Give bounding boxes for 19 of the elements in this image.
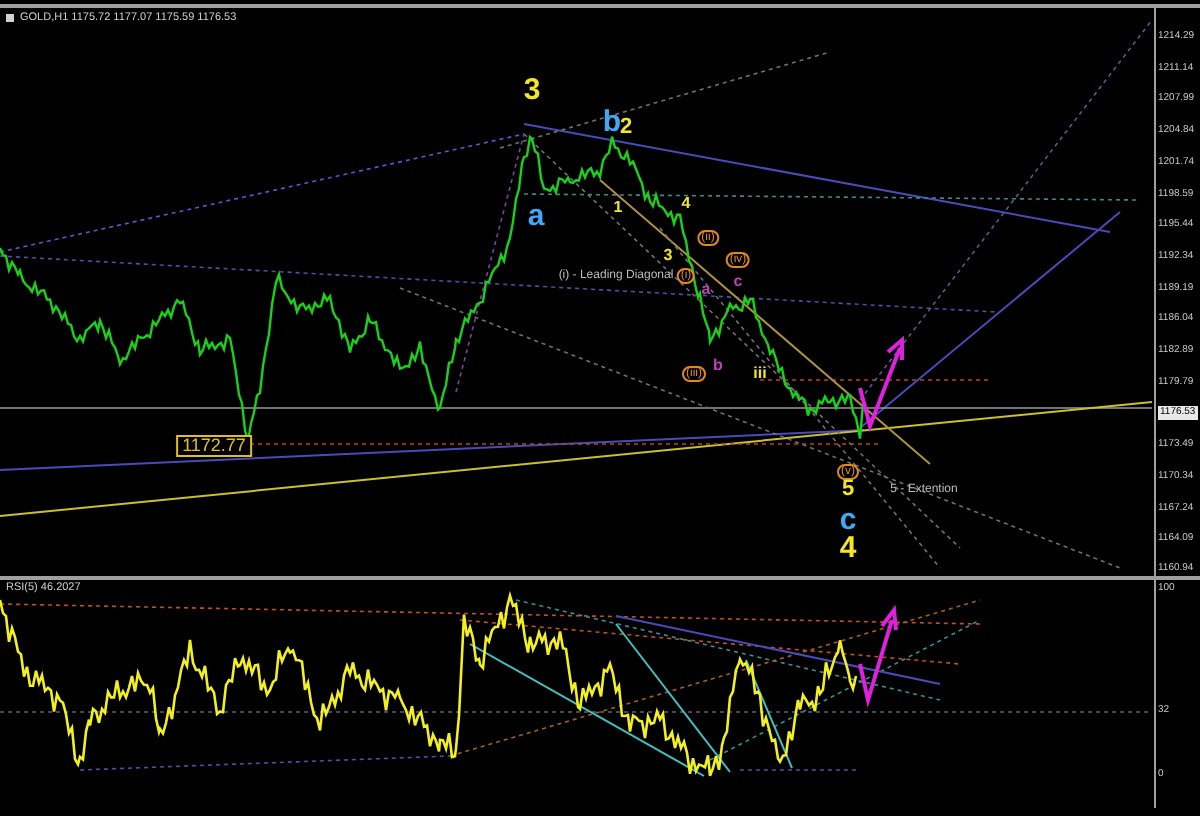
wave-label: c [733,274,743,290]
wave-label: 4 [839,533,857,563]
wave-label: 5 [841,479,855,501]
wave-label: 3 [663,248,673,264]
wave-label: 2 [619,117,633,139]
wave-label: a [527,201,545,231]
wave-label: iii [753,366,767,382]
wave-label: c [839,505,857,535]
wave-label: a [701,282,711,298]
dotted-trend-line [739,769,861,771]
projection-arrow [858,604,898,708]
indicator-icon [6,14,14,22]
wave-label: 3 [523,75,541,105]
wave-label: 4 [681,196,691,212]
price-label: 1172.77 [176,435,252,457]
wave-label: b [713,358,723,374]
projection-arrow [858,335,904,433]
wave-label: 1 [613,200,623,216]
wave-label: b [602,107,622,137]
